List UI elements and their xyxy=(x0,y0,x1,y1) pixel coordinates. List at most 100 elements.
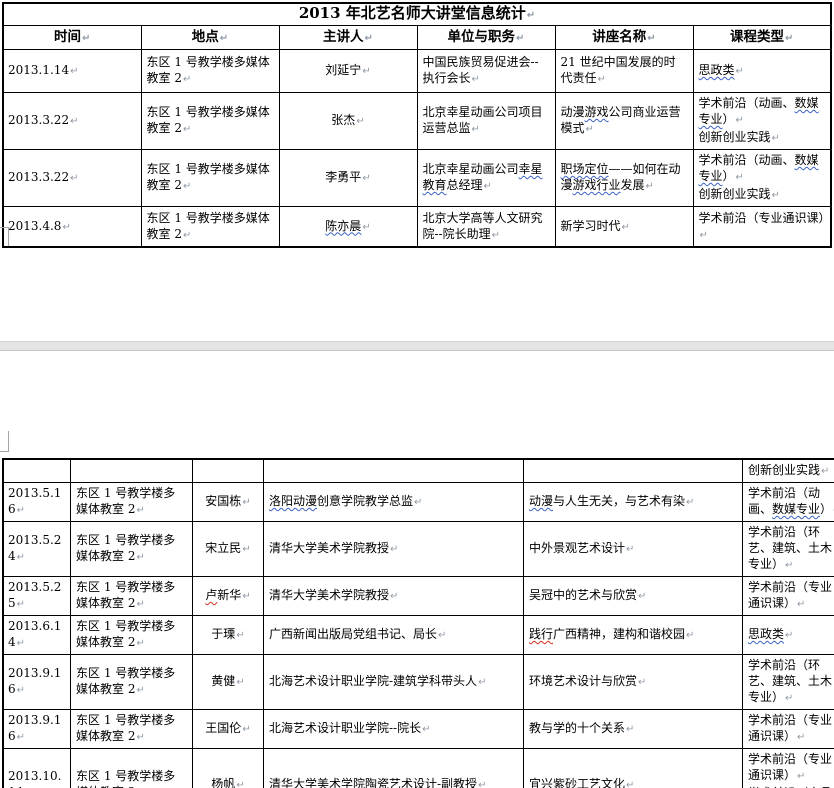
column-header-location[interactable]: 地点↵ xyxy=(141,26,279,50)
cell-course-type[interactable]: 学术前沿（动画、数媒专业）↵创新创业实践↵ xyxy=(693,150,831,207)
cell-location[interactable]: 东区 1 号教学楼多媒体教室 2↵ xyxy=(141,93,279,150)
text-run: 学术前沿（动画、 xyxy=(699,96,795,110)
cell-speaker[interactable]: 杨帆↵ xyxy=(193,749,264,788)
cell-time[interactable]: 2013.5.24↵ xyxy=(3,522,71,577)
cell-organization-title[interactable]: 中国民族贸易促进会--执行会长↵ xyxy=(417,50,555,93)
cell-lecture-name[interactable]: 21 世纪中国发展的时代责任↵ xyxy=(555,50,693,93)
paragraph: 2013.9.16↵ xyxy=(8,712,68,746)
cell-speaker[interactable]: 宋立民↵ xyxy=(193,522,264,577)
cell-time[interactable] xyxy=(3,459,71,483)
cell-location[interactable]: 东区 1 号教学楼多媒体教室 2↵ xyxy=(141,50,279,93)
cell-speaker[interactable]: 卢新华↵ xyxy=(193,577,264,616)
cell-course-type[interactable]: 学术前沿（环艺、建筑、土木专业）↵ xyxy=(743,655,834,710)
lecture-table-page-1[interactable]: 2013 年北艺名师大讲堂信息统计↵时间↵地点↵主讲人↵单位与职务↵讲座名称↵课… xyxy=(2,2,832,248)
cell-course-type[interactable]: 创新创业实践↵ xyxy=(743,459,834,483)
cell-location[interactable]: 东区 1 号教学楼多媒体教室 2↵ xyxy=(71,616,193,655)
cell-lecture-name[interactable]: 教与学的十个关系↵ xyxy=(524,710,743,749)
cell-speaker[interactable]: 张杰↵ xyxy=(279,93,417,150)
cell-location[interactable]: 东区 1 号教学楼多媒体教室 2↵ xyxy=(71,710,193,749)
cell-organization-title[interactable]: 北京幸星动画公司幸星教育总经理↵ xyxy=(417,150,555,207)
cell-lecture-name[interactable]: 动漫与人生无关，与艺术有染↵ xyxy=(524,483,743,522)
cell-location[interactable]: 东区 1 号教学楼多媒体教室 2↵ xyxy=(71,522,193,577)
cell-organization-title[interactable]: 清华大学美术学院陶瓷艺术设计-副教授↵ xyxy=(264,749,524,788)
cell-location[interactable]: 东区 1 号教学楼多媒体教室 2↵ xyxy=(71,577,193,616)
text-run: 学术前沿（动画、 xyxy=(699,153,795,167)
cell-time[interactable]: 2013.3.22↵ xyxy=(3,150,141,207)
paragraph: 单位与职务↵ xyxy=(419,29,554,47)
cell-time[interactable]: 2013.4.8↵ xyxy=(3,207,141,248)
column-header-time[interactable]: 时间↵ xyxy=(3,26,141,50)
paragraph: 创新创业实践↵ xyxy=(748,462,834,480)
paragraph: 清华大学美术学院教授↵ xyxy=(269,540,518,558)
cell-organization-title[interactable]: 北京幸星动画公司项目运营总监↵ xyxy=(417,93,555,150)
cell-course-type[interactable]: 学术前沿（动画、数媒专业）↵创新创业实践↵ xyxy=(693,93,831,150)
cell-lecture-name[interactable]: 新学习时代↵ xyxy=(555,207,693,248)
cell-speaker[interactable]: 陈亦晨↵ xyxy=(279,207,417,248)
text-run: 2013 年北艺名师大讲堂信息统计 xyxy=(299,4,526,22)
cell-organization-title[interactable]: 北京大学高等人文研究院--院长助理↵ xyxy=(417,207,555,248)
paragraph-mark-icon: ↵ xyxy=(797,769,805,785)
cell-location[interactable]: 东区 1 号教学楼多媒体教室 2↵ xyxy=(71,483,193,522)
cell-speaker[interactable] xyxy=(193,459,264,483)
paragraph-mark-icon: ↵ xyxy=(484,179,492,195)
cell-location[interactable]: 东区 1 号教学楼多媒体教室 2↵ xyxy=(141,150,279,207)
paragraph: 2013.5.16↵ xyxy=(8,485,68,519)
cell-location[interactable]: 东区 1 号教学楼多媒体教室 2↵ xyxy=(71,655,193,710)
cell-organization-title[interactable] xyxy=(264,459,524,483)
column-header-course-type[interactable]: 课程类型↵ xyxy=(693,26,831,50)
cell-organization-title[interactable]: 洛阳动漫创意学院教学总监↵ xyxy=(264,483,524,522)
column-header-organization-title[interactable]: 单位与职务↵ xyxy=(417,26,555,50)
cell-speaker[interactable]: 李勇平↵ xyxy=(279,150,417,207)
cell-course-type[interactable]: 思政类↵ xyxy=(693,50,831,93)
cell-speaker[interactable]: 安国栋↵ xyxy=(193,483,264,522)
cell-time[interactable]: 2013.9.16↵ xyxy=(3,655,71,710)
cell-organization-title[interactable]: 广西新闻出版局党组书记、局长↵ xyxy=(264,616,524,655)
cell-time[interactable]: 2013.6.14↵ xyxy=(3,616,71,655)
cell-speaker[interactable]: 王国伦↵ xyxy=(193,710,264,749)
cell-location[interactable] xyxy=(71,459,193,483)
column-header-lecture-name[interactable]: 讲座名称↵ xyxy=(555,26,693,50)
paragraph-mark-icon: ↵ xyxy=(356,114,364,130)
cell-time[interactable]: 2013.1.14↵ xyxy=(3,50,141,93)
cell-course-type[interactable]: 学术前沿（专业通识课）↵学术前沿（产品专业）↵ xyxy=(743,749,834,788)
cell-lecture-name[interactable]: 宜兴紫砂工艺文化↵ xyxy=(524,749,743,788)
text-run: 讲座名称 xyxy=(592,29,646,45)
column-header-speaker[interactable]: 主讲人↵ xyxy=(279,26,417,50)
text-run: 单位与职务 xyxy=(448,29,516,45)
cell-organization-title[interactable]: 北海艺术设计职业学院--院长↵ xyxy=(264,710,524,749)
cell-course-type[interactable]: 学术前沿（动画、数媒专业）↵ xyxy=(743,483,834,522)
page-break-separator[interactable] xyxy=(0,341,834,351)
table-row: 2013.9.16↵东区 1 号教学楼多媒体教室 2↵王国伦↵北海艺术设计职业学… xyxy=(3,710,834,749)
cell-speaker[interactable]: 黄健↵ xyxy=(193,655,264,710)
cell-speaker[interactable]: 于瑮↵ xyxy=(193,616,264,655)
cell-location[interactable]: 东区 1 号教学楼多媒体教室 2↵ xyxy=(71,749,193,788)
cell-speaker[interactable]: 刘延宁↵ xyxy=(279,50,417,93)
text-run: 东区 1 号教学楼多媒体教室 2 xyxy=(76,533,175,563)
cell-time[interactable]: 2013.5.16↵ xyxy=(3,483,71,522)
cell-location[interactable]: 东区 1 号教学楼多媒体教室 2↵ xyxy=(141,207,279,248)
cell-course-type[interactable]: 学术前沿（专业通识课）↵ xyxy=(743,710,834,749)
cell-time[interactable]: 2013.3.22↵ xyxy=(3,93,141,150)
text-run: 北海艺术设计职业学院--院长 xyxy=(269,721,421,735)
text-run: 动漫 xyxy=(529,494,553,508)
cell-time[interactable]: 2013.9.16↵ xyxy=(3,710,71,749)
cell-lecture-name[interactable] xyxy=(524,459,743,483)
cell-organization-title[interactable]: 清华大学美术学院教授↵ xyxy=(264,522,524,577)
cell-course-type[interactable]: 学术前沿（专业通识课）↵ xyxy=(693,207,831,248)
cell-course-type[interactable]: 思政类↵ xyxy=(743,616,834,655)
cell-lecture-name[interactable]: 践行广西精神，建构和谐校园↵ xyxy=(524,616,743,655)
cell-lecture-name[interactable]: 中外景观艺术设计↵ xyxy=(524,522,743,577)
cell-lecture-name[interactable]: 吴冠中的艺术与欣赏↵ xyxy=(524,577,743,616)
cell-organization-title[interactable]: 北海艺术设计职业学院-建筑学科带头人↵ xyxy=(264,655,524,710)
cell-lecture-name[interactable]: 环境艺术设计与欣赏↵ xyxy=(524,655,743,710)
cell-time[interactable]: 2013.10.14↵ xyxy=(3,749,71,788)
cell-lecture-name[interactable]: 动漫游戏公司商业运营模式↵ xyxy=(555,93,693,150)
paragraph-mark-icon: ↵ xyxy=(183,72,191,88)
cell-lecture-name[interactable]: 职场定位——如何在动漫游戏行业发展↵ xyxy=(555,150,693,207)
cell-organization-title[interactable]: 清华大学美术学院教授↵ xyxy=(264,577,524,616)
lecture-table-page-2[interactable]: 创新创业实践↵2013.5.16↵东区 1 号教学楼多媒体教室 2↵安国栋↵洛阳… xyxy=(2,458,834,788)
cell-time[interactable]: 2013.5.25↵ xyxy=(3,577,71,616)
cell-course-type[interactable]: 学术前沿（环艺、建筑、土木专业）↵ xyxy=(743,522,834,577)
cell-course-type[interactable]: 学术前沿（专业通识课）↵ xyxy=(743,577,834,616)
table-title[interactable]: 2013 年北艺名师大讲堂信息统计↵ xyxy=(3,3,831,26)
